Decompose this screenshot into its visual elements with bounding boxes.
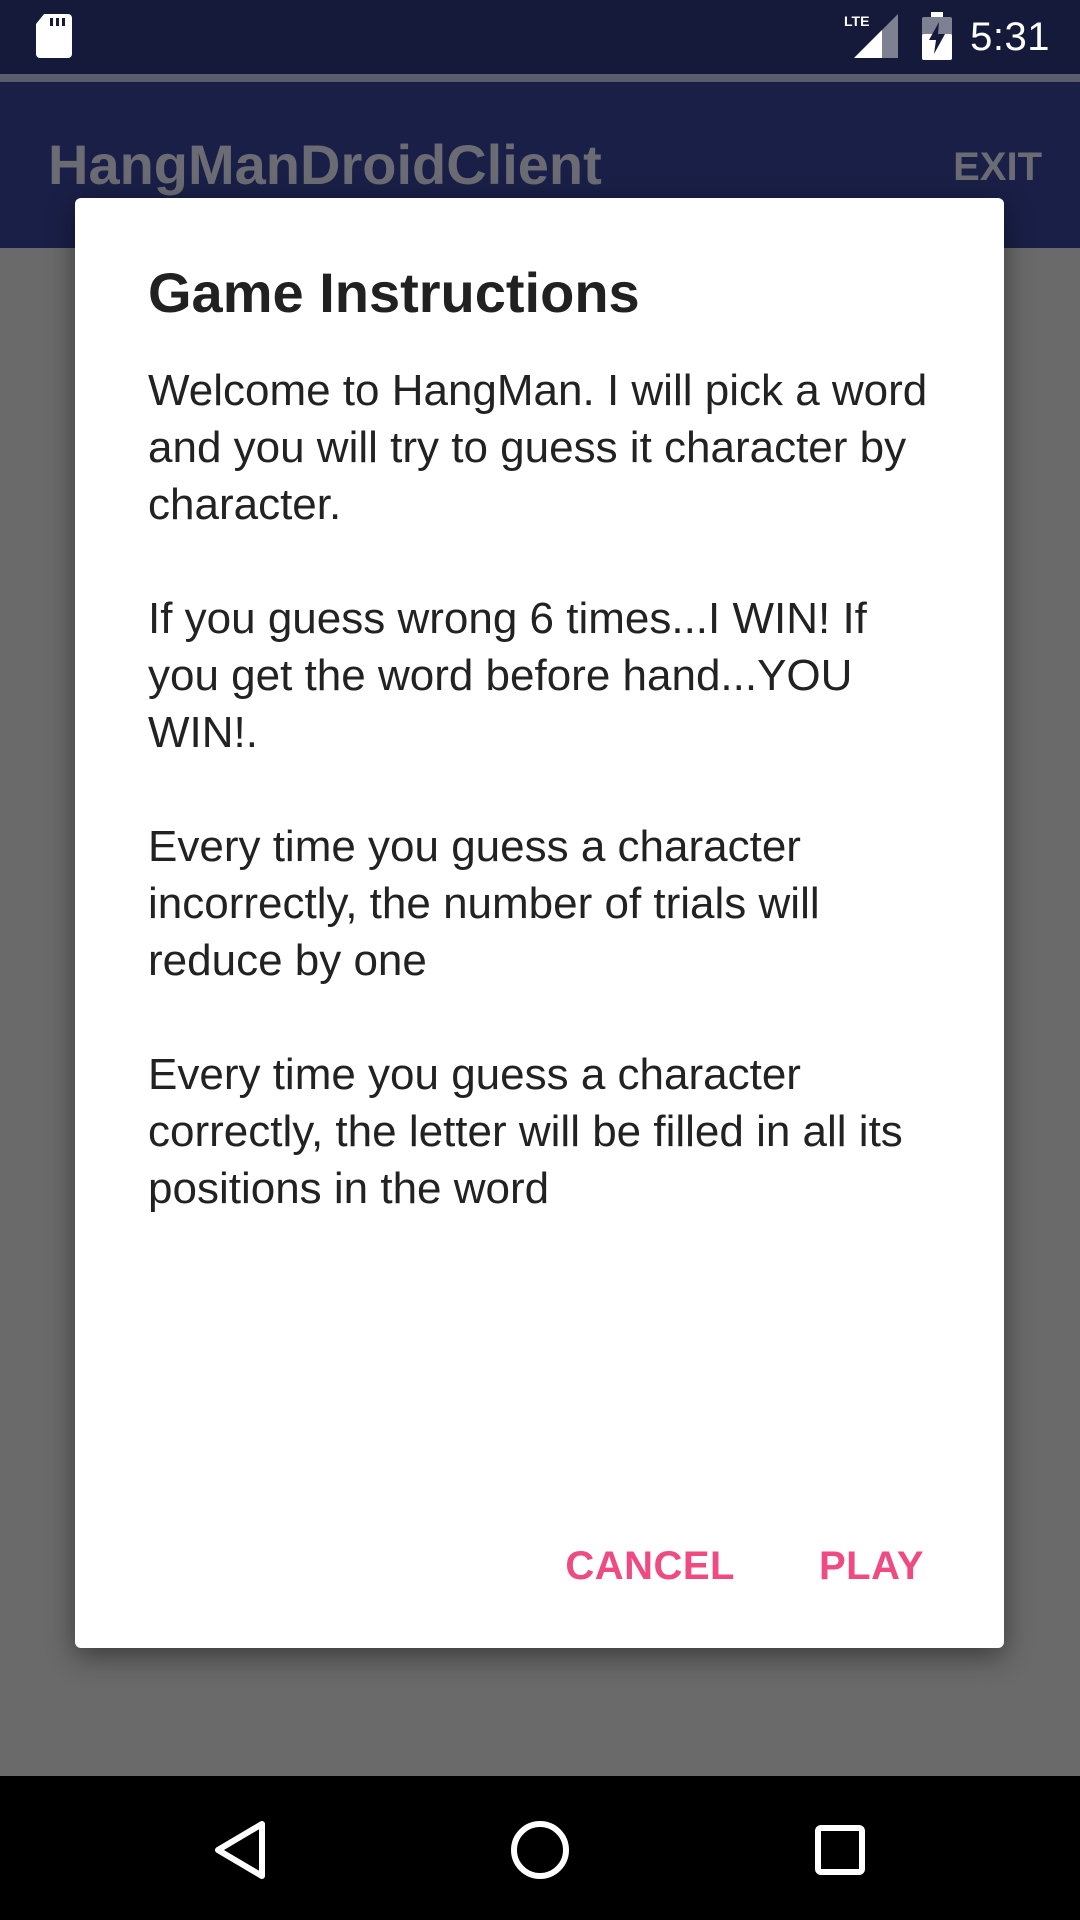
- dialog-message: Welcome to HangMan. I will pick a word a…: [148, 362, 948, 1274]
- exit-button[interactable]: EXIT: [953, 144, 1042, 190]
- home-icon[interactable]: [508, 1818, 572, 1882]
- dialog-title: Game Instructions: [148, 261, 640, 324]
- battery-icon: [922, 12, 952, 60]
- back-icon[interactable]: [210, 1818, 274, 1882]
- app-title: HangManDroidClient: [48, 133, 602, 196]
- instructions-dialog: Game Instructions Welcome to HangMan. I …: [75, 198, 1004, 1648]
- instruction-paragraph: Every time you guess a character incorre…: [148, 822, 820, 985]
- signal-icon: LTE: [844, 13, 898, 58]
- instruction-paragraph: If you guess wrong 6 times...I WIN! If y…: [148, 594, 867, 757]
- cancel-button[interactable]: CANCEL: [565, 1542, 735, 1590]
- sd-card-icon: [36, 14, 72, 58]
- status-bar-divider: [0, 74, 1080, 82]
- navigation-bar: [0, 1776, 1080, 1920]
- network-type-label: LTE: [844, 13, 869, 29]
- instruction-paragraph: Welcome to HangMan. I will pick a word a…: [148, 366, 928, 529]
- status-time: 5:31: [970, 15, 1050, 59]
- recents-icon[interactable]: [808, 1818, 872, 1882]
- status-bar: LTE 5:31: [0, 0, 1080, 74]
- instruction-paragraph: Every time you guess a character correct…: [148, 1050, 903, 1213]
- dialog-actions: CANCEL PLAY: [565, 1542, 924, 1590]
- play-button[interactable]: PLAY: [819, 1542, 924, 1590]
